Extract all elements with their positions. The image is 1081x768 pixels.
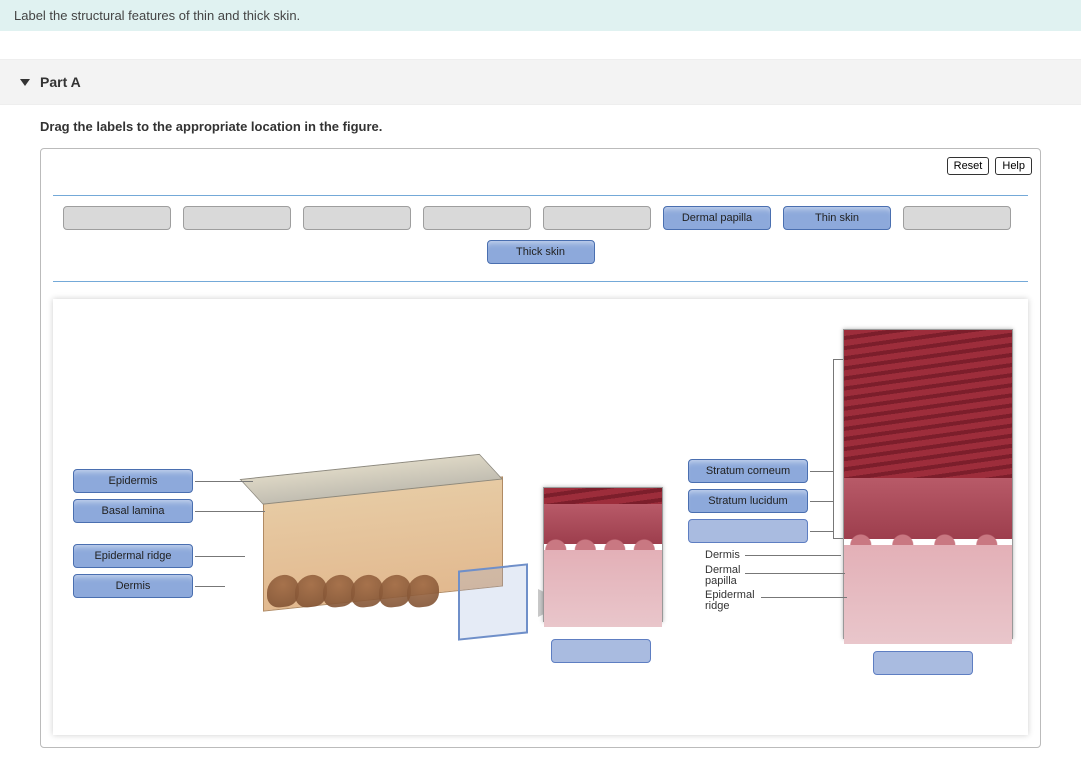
label-thick-skin[interactable]: Thick skin [487,240,595,264]
label-epidermis[interactable]: Epidermis [73,469,193,493]
label-dermal-papilla[interactable]: Dermal papilla [663,206,771,230]
help-button[interactable]: Help [995,157,1032,175]
placed-label: Dermis [73,574,193,598]
placed-label: Basal lamina [73,499,193,523]
label-thin-skin[interactable]: Thin skin [783,206,891,230]
label-slot[interactable] [903,206,1011,230]
figure-stage: Epidermis Basal lamina Epidermal ridge D… [53,299,1028,735]
placed-label: Epidermal ridge [73,544,193,568]
label-stratum-lucidum[interactable]: Stratum lucidum [688,489,808,513]
chevron-down-icon [20,79,30,86]
canvas-toolbar: Reset Help [947,157,1032,175]
label-slot[interactable] [423,206,531,230]
label-dermis[interactable]: Dermis [73,574,193,598]
static-label: Dermis [705,549,740,561]
instruction-text: Drag the labels to the appropriate locat… [0,105,1081,148]
placed-label: Stratum lucidum [688,489,808,513]
label-pool-row-2: Thick skin [53,236,1028,274]
label-epidermal-ridge[interactable]: Epidermal ridge [73,544,193,568]
placed-label: Epidermis [73,469,193,493]
static-label: papilla [705,575,737,587]
thick-skin-micrograph [843,329,1013,639]
banner-text: Label the structural features of thin an… [14,8,300,23]
placed-label: Stratum corneum [688,459,808,483]
skin-block-illustration [223,449,533,649]
static-label: ridge [705,600,729,612]
dropzone[interactable] [873,651,973,675]
dropzone[interactable] [551,639,651,663]
label-slot[interactable] [543,206,651,230]
dropzone[interactable] [688,519,808,543]
label-slot[interactable] [183,206,291,230]
part-header[interactable]: Part A [0,59,1081,105]
part-title: Part A [40,74,81,90]
pool-divider [53,281,1028,282]
label-pool-row-1: Dermal papilla Thin skin [53,195,1028,236]
label-slot[interactable] [303,206,411,230]
label-stratum-corneum[interactable]: Stratum corneum [688,459,808,483]
question-banner: Label the structural features of thin an… [0,0,1081,31]
thin-skin-micrograph [543,487,663,622]
reset-button[interactable]: Reset [947,157,990,175]
label-basal-lamina[interactable]: Basal lamina [73,499,193,523]
label-slot[interactable] [63,206,171,230]
label-pool: Dermal papilla Thin skin Thick skin [53,195,1028,274]
activity-canvas: Reset Help Dermal papilla Thin skin Thic… [40,148,1041,748]
